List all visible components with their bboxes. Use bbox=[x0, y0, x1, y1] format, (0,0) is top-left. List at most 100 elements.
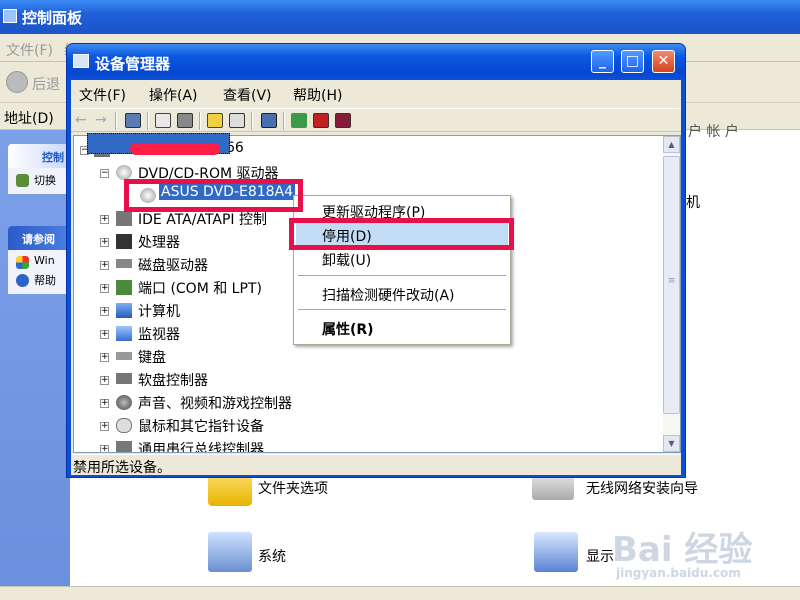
tree-item-label: 端口 (COM 和 LPT) bbox=[138, 281, 262, 297]
device-manager-titlebar[interactable]: 设备管理器 _ □ ✕ bbox=[67, 44, 685, 80]
expand-icon[interactable]: + bbox=[100, 445, 109, 452]
help-icon bbox=[16, 274, 29, 287]
properties-icon[interactable] bbox=[155, 113, 171, 128]
print-icon[interactable] bbox=[177, 113, 193, 128]
expand-icon[interactable]: + bbox=[100, 284, 109, 293]
tree-item-label: 磁盘驱动器 bbox=[138, 258, 208, 274]
show-action-pane-icon[interactable] bbox=[229, 113, 245, 128]
scroll-down-button[interactable]: ▼ bbox=[663, 435, 680, 452]
watermark-main-text: Bai 经验 bbox=[612, 530, 753, 570]
expand-icon[interactable]: + bbox=[100, 399, 109, 408]
display-icon[interactable] bbox=[534, 532, 578, 572]
task-box-header: 控制 bbox=[8, 144, 70, 168]
disable-device-icon[interactable] bbox=[313, 113, 329, 128]
scroll-thumb[interactable]: ≡ bbox=[663, 156, 680, 414]
help-link[interactable]: 帮助 bbox=[12, 272, 66, 290]
expand-icon[interactable]: + bbox=[100, 422, 109, 431]
show-hide-console-tree-icon[interactable] bbox=[125, 113, 141, 128]
back-button-label[interactable]: 后退 bbox=[32, 74, 60, 94]
context-scan-hardware[interactable]: 扫描检测硬件改动(A) bbox=[296, 282, 508, 306]
forward-icon[interactable]: → bbox=[95, 113, 111, 128]
see-also-box: 请参阅 Win 帮助 bbox=[8, 226, 70, 294]
maximize-button[interactable]: □ bbox=[621, 50, 644, 73]
switch-view-icon bbox=[16, 174, 29, 187]
expand-icon[interactable]: + bbox=[100, 330, 109, 339]
redaction-mark bbox=[130, 143, 220, 155]
annotation-box-device bbox=[124, 179, 303, 212]
expand-icon[interactable]: + bbox=[100, 307, 109, 316]
address-label: 地址(D) bbox=[4, 111, 54, 127]
usb-icon bbox=[116, 441, 132, 452]
partial-category-text: 机 bbox=[686, 195, 700, 211]
expand-icon[interactable]: + bbox=[100, 261, 109, 270]
category-system[interactable]: 系统 bbox=[258, 546, 286, 566]
tree-item-label: 监视器 bbox=[138, 327, 180, 343]
context-properties[interactable]: 属性(R) bbox=[296, 316, 508, 340]
device-manager-window-icon bbox=[73, 54, 89, 68]
category-display[interactable]: 显示 bbox=[586, 546, 614, 566]
tree-item-label: 键盘 bbox=[138, 350, 166, 366]
control-panel-titlebar: 控制面板 bbox=[0, 0, 800, 34]
back-icon[interactable]: ← bbox=[75, 113, 91, 128]
switch-view-label: 切换 bbox=[34, 174, 56, 187]
control-panel-statusbar bbox=[0, 586, 800, 600]
expand-icon[interactable]: + bbox=[100, 353, 109, 362]
cdrom-icon bbox=[116, 165, 132, 180]
mouse-icon bbox=[116, 418, 132, 433]
watermark-url-text: jingyan.baidu.com bbox=[616, 566, 741, 580]
expand-icon[interactable]: + bbox=[100, 215, 109, 224]
control-panel-left-pane: 控制 切换 请参阅 Win 帮助 bbox=[0, 130, 70, 600]
tree-item-label: IDE ATA/ATAPI 控制 bbox=[138, 212, 268, 228]
computer-icon bbox=[116, 303, 132, 318]
baidu-watermark: Bai 经验 jingyan.baidu.com bbox=[612, 512, 792, 582]
windows-logo-icon bbox=[16, 256, 29, 269]
scan-hardware-icon[interactable] bbox=[261, 113, 277, 128]
control-panel-task-box: 控制 切换 bbox=[8, 144, 70, 194]
menu-help[interactable]: 帮助(H) bbox=[293, 85, 342, 105]
menu-file[interactable]: 文件(F) bbox=[79, 85, 126, 105]
tree-item-label: 软盘控制器 bbox=[138, 373, 208, 389]
partial-user-accounts-text: 户 帐 户 bbox=[688, 124, 739, 140]
cp-menu-file[interactable]: 文件(F) bbox=[6, 40, 53, 60]
menu-view[interactable]: 查看(V) bbox=[223, 85, 272, 105]
control-panel-title: 控制面板 bbox=[22, 9, 83, 27]
expand-icon[interactable]: + bbox=[100, 238, 109, 247]
device-manager-statusbar: 禁用所选设备。 bbox=[71, 454, 681, 476]
device-manager-toolbar: ← → bbox=[71, 108, 681, 132]
scroll-up-button[interactable]: ▲ bbox=[663, 136, 680, 153]
monitor-icon bbox=[116, 326, 132, 341]
device-manager-title: 设备管理器 bbox=[95, 55, 171, 73]
keyboard-icon bbox=[116, 352, 132, 360]
windows-update-label: Win bbox=[34, 254, 55, 267]
expand-icon[interactable]: + bbox=[100, 376, 109, 385]
annotation-box-disable bbox=[289, 218, 514, 250]
tree-item-label: 计算机 bbox=[138, 304, 180, 320]
control-panel-window-icon bbox=[3, 9, 17, 23]
category-wireless-setup[interactable]: 无线网络安装向导 bbox=[586, 478, 698, 498]
minimize-button[interactable]: _ bbox=[591, 50, 614, 73]
vertical-scrollbar[interactable]: ▲ ≡ ▼ bbox=[663, 136, 680, 452]
back-arrow-icon[interactable] bbox=[6, 71, 28, 93]
help-label: 帮助 bbox=[34, 274, 56, 287]
tree-item-label: 处理器 bbox=[138, 235, 180, 251]
device-manager-menubar: 文件(F) 操作(A) 查看(V) 帮助(H) bbox=[71, 80, 681, 106]
tree-item-label: 通用串行总线控制器 bbox=[138, 442, 264, 453]
windows-update-link[interactable]: Win bbox=[12, 254, 66, 272]
floppy-controller-icon bbox=[116, 373, 132, 384]
context-uninstall[interactable]: 卸载(U) bbox=[296, 247, 508, 271]
port-icon bbox=[116, 280, 132, 295]
update-driver-icon[interactable] bbox=[291, 113, 307, 128]
system-icon[interactable] bbox=[208, 532, 252, 572]
help-topics-icon[interactable] bbox=[207, 113, 223, 128]
uninstall-device-icon[interactable] bbox=[335, 113, 351, 128]
tree-item-label: 声音、视频和游戏控制器 bbox=[138, 396, 292, 412]
switch-view-link[interactable]: 切换 bbox=[12, 172, 66, 190]
close-button[interactable]: ✕ bbox=[652, 50, 675, 73]
category-folder-options[interactable]: 文件夹选项 bbox=[258, 478, 328, 498]
ide-controller-icon bbox=[116, 211, 132, 226]
see-also-header: 请参阅 bbox=[8, 226, 70, 250]
menu-action[interactable]: 操作(A) bbox=[149, 85, 198, 105]
tree-item-label: 鼠标和其它指针设备 bbox=[138, 419, 264, 435]
collapse-cdrom-icon[interactable]: − bbox=[100, 169, 109, 178]
disk-drive-icon bbox=[116, 259, 132, 268]
